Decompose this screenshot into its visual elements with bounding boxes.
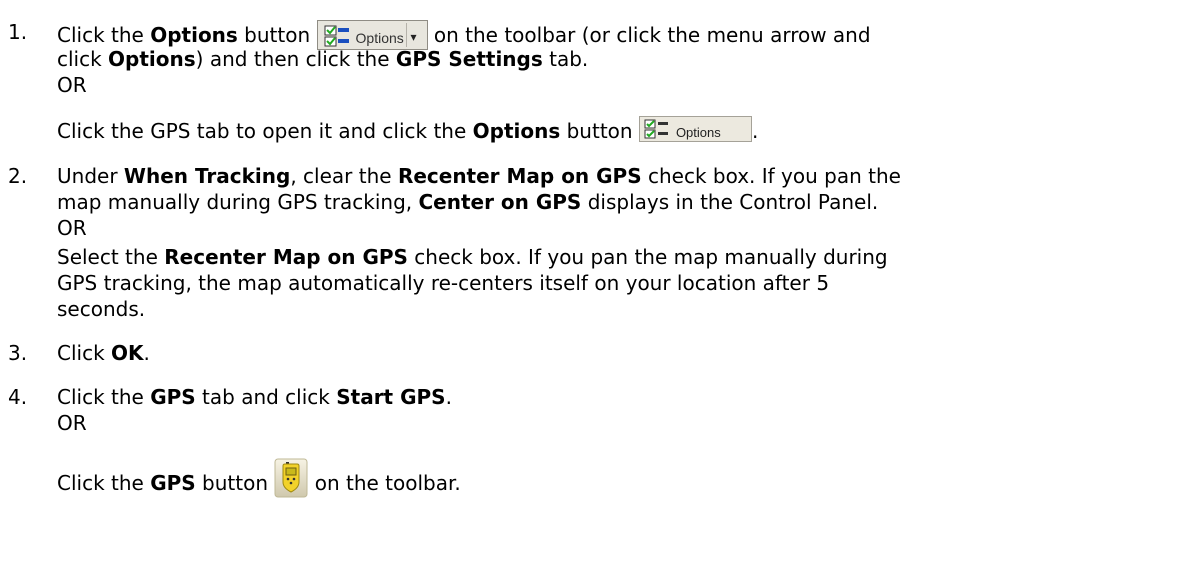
text: check box. If you pan the xyxy=(641,164,901,188)
text: Click the xyxy=(57,385,151,409)
text: click xyxy=(57,47,109,71)
options-button-label: Options xyxy=(675,125,721,140)
step-1-line-1: Click the Options button Options ▾ on th… xyxy=(57,20,871,50)
dropdown-arrow-icon[interactable]: ▾ xyxy=(411,25,417,49)
text: Click xyxy=(57,341,112,365)
step-1-line-4: Click the GPS tab to open it and click t… xyxy=(57,116,759,143)
step-1-or: OR xyxy=(57,73,87,97)
step-2-line-2: map manually during GPS tracking, Center… xyxy=(57,190,878,214)
text: button xyxy=(237,23,317,47)
start-gps-term: Start GPS xyxy=(336,385,446,409)
text: displays in the Control Panel. xyxy=(581,190,879,214)
split-divider xyxy=(405,23,407,47)
text: tab and click xyxy=(195,385,337,409)
text: tab. xyxy=(542,47,589,71)
options-checklist-icon xyxy=(324,25,349,47)
text: on the toolbar. xyxy=(308,471,461,495)
options-button[interactable]: Options xyxy=(638,116,752,142)
gps-button[interactable] xyxy=(274,458,308,498)
options-checklist-icon xyxy=(644,119,668,139)
text: . xyxy=(143,341,150,365)
step-4-or: OR xyxy=(57,411,87,435)
text: check box. If you pan the map manually d… xyxy=(407,245,888,269)
center-on-gps-term: Center on GPS xyxy=(418,190,582,214)
options-dropdown-button[interactable]: Options ▾ xyxy=(316,20,428,50)
text: Under xyxy=(57,164,124,188)
step-2-or: OR xyxy=(57,216,87,240)
step-2-line-4: Select the Recenter Map on GPS check box… xyxy=(57,245,888,269)
text: , clear the xyxy=(290,164,398,188)
text: ) and then click the xyxy=(195,47,396,71)
gps-device-icon xyxy=(274,458,308,498)
gps-term: GPS xyxy=(150,471,196,495)
step-2-line-6: seconds. xyxy=(57,297,146,321)
step-2-line-5: GPS tracking, the map automatically re-c… xyxy=(57,271,830,295)
options-term: Options xyxy=(108,47,196,71)
text: . xyxy=(445,385,452,409)
text: Select the xyxy=(57,245,165,269)
gps-settings-term: GPS Settings xyxy=(395,47,543,71)
step-3-number: 3. xyxy=(8,341,28,365)
text: Click the GPS tab to open it and click t… xyxy=(57,119,473,143)
step-2-line-1: Under When Tracking, clear the Recenter … xyxy=(57,164,901,188)
when-tracking-term: When Tracking xyxy=(123,164,291,188)
recenter-map-term: Recenter Map on GPS xyxy=(164,245,408,269)
recenter-map-term: Recenter Map on GPS xyxy=(397,164,642,188)
step-4-line-3: Click the GPS button on the toolbar. xyxy=(57,458,461,498)
step-4-line-1: Click the GPS tab and click Start GPS. xyxy=(57,385,452,409)
text: on the toolbar (or click the menu arrow … xyxy=(427,23,871,47)
text: button xyxy=(560,119,639,143)
step-3-line: Click OK. xyxy=(57,341,150,365)
step-1-number: 1. xyxy=(8,20,28,44)
text: . xyxy=(751,119,759,143)
text: Click the xyxy=(57,23,151,47)
step-4-number: 4. xyxy=(8,385,28,409)
text: Click the xyxy=(57,471,151,495)
step-2-number: 2. xyxy=(8,164,28,188)
text: button xyxy=(195,471,275,495)
options-term: Options xyxy=(472,119,561,143)
step-1-line-2: click Options) and then click the GPS Se… xyxy=(57,47,588,71)
ok-term: OK xyxy=(111,341,144,365)
text: map manually during GPS tracking, xyxy=(57,190,419,214)
options-term: Options xyxy=(150,23,238,47)
gps-term: GPS xyxy=(150,385,196,409)
